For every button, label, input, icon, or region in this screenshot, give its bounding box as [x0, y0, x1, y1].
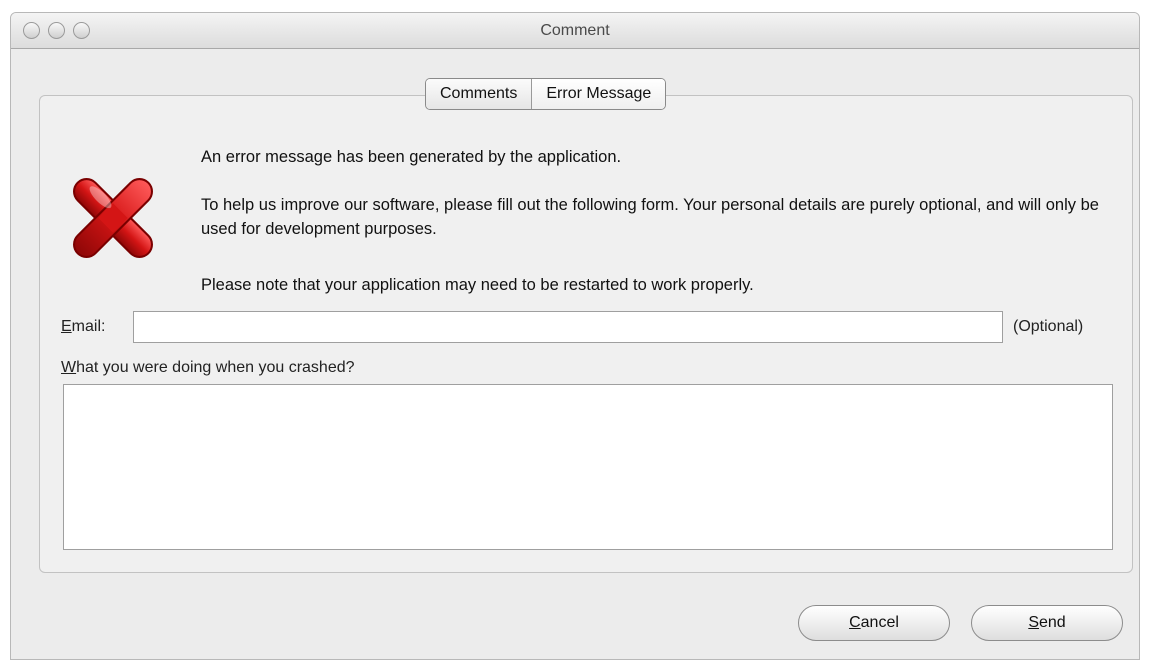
tab-error-message[interactable]: Error Message [531, 79, 666, 109]
restart-note-text: Please note that your application may ne… [201, 276, 754, 294]
error-message-text: An error message has been generated by t… [201, 148, 622, 166]
crash-description-mnemonic: W [61, 359, 77, 376]
crash-description-label: What you were doing when you crashed? [61, 359, 355, 377]
comment-window: Comment Comments Error Message An error … [10, 12, 1140, 660]
email-optional-label: (Optional) [1013, 318, 1084, 335]
send-mnemonic: S [1028, 614, 1039, 631]
email-field[interactable] [133, 311, 1003, 343]
cancel-button[interactable]: Cancel [798, 605, 950, 641]
window-title: Comment [540, 22, 610, 39]
crash-description-label-rest: hat you were doing when you crashed? [76, 359, 355, 376]
email-label-rest: mail: [71, 318, 106, 335]
cancel-label-rest: ancel [860, 614, 899, 631]
improve-request-text: To help us improve our software, please … [201, 196, 1099, 238]
cancel-mnemonic: C [849, 614, 861, 631]
send-label-rest: end [1038, 614, 1066, 631]
error-x-icon [73, 178, 153, 258]
email-label: Email: [61, 318, 105, 336]
send-button[interactable]: Send [971, 605, 1123, 641]
tab-comments[interactable]: Comments [426, 79, 532, 109]
title-bar: Comment [11, 13, 1139, 49]
email-label-mnemonic: E [61, 318, 72, 335]
crash-description-field[interactable] [63, 384, 1113, 550]
tab-bar: Comments Error Message [425, 78, 667, 110]
